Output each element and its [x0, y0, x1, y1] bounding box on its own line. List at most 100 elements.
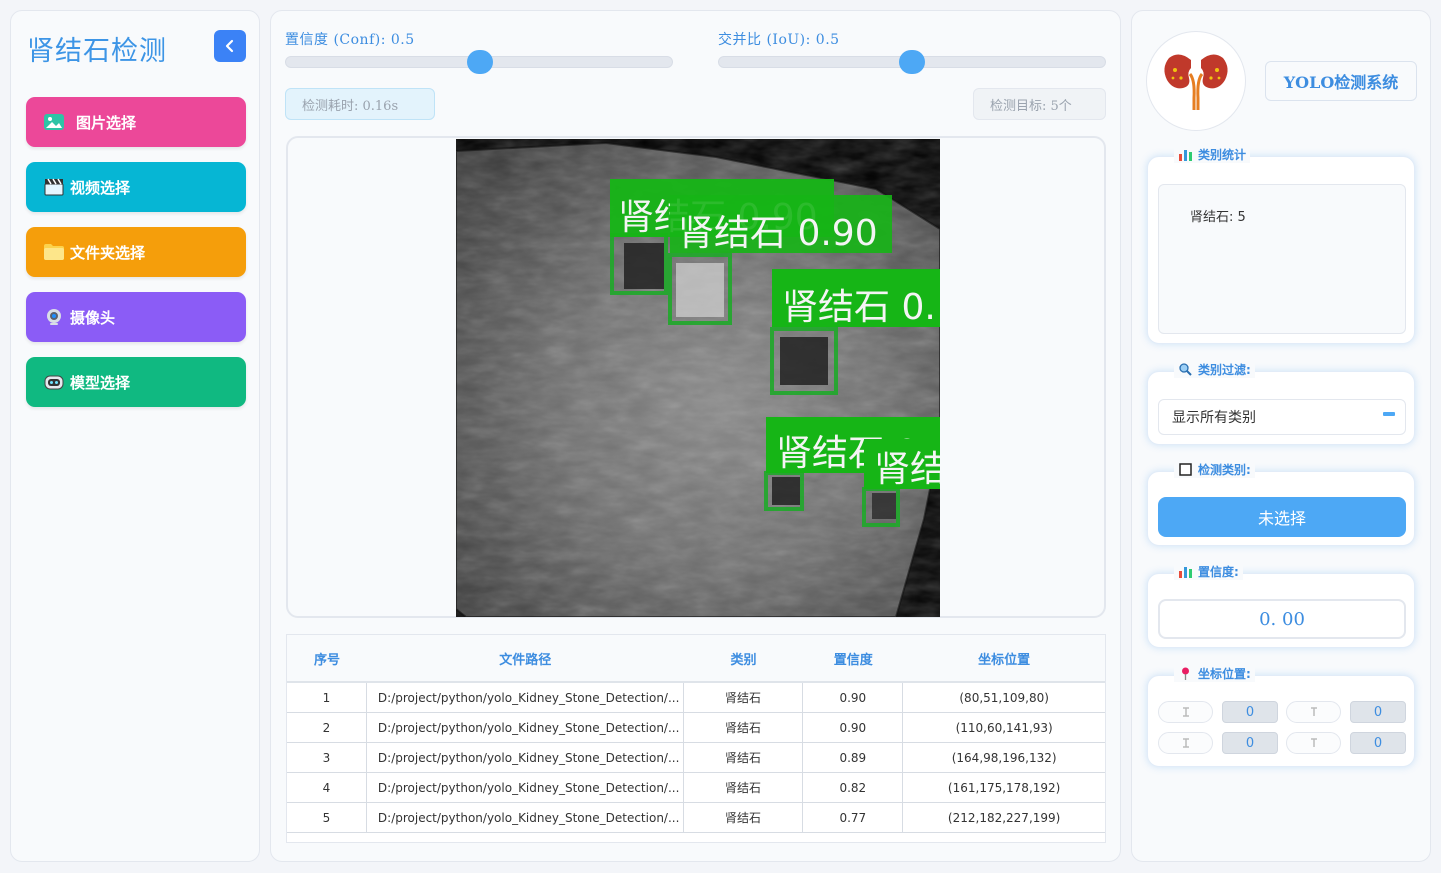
cell-index: 4	[287, 773, 367, 802]
conf-slider-label: 置信度 (Conf): 0.5	[285, 32, 415, 48]
pin-icon	[1178, 667, 1192, 681]
header-index[interactable]: 序号	[287, 635, 367, 681]
cell-coordinates: (212,182,227,199)	[947, 810, 1061, 825]
coordinates-title: 坐标位置:	[1198, 667, 1251, 681]
clapper-icon	[44, 177, 64, 197]
model-select-label: 模型选择	[70, 373, 131, 392]
cell-confidence: 0.90	[803, 713, 904, 742]
cell-class: 肾结石	[684, 743, 804, 772]
model-select-button[interactable]: 模型选择	[26, 357, 246, 407]
cell-class: 肾结石	[684, 683, 804, 712]
ultrasound-scan: 肾结石 0.90 肾结石 0.90 肾结石 0. 肾结石 0.	[456, 139, 940, 617]
kidney-logo	[1146, 31, 1246, 131]
table-row[interactable]: 2 D:/project/python/yolo_Kidney_Stone_De…	[287, 713, 1105, 743]
detection-label-5: 肾结	[874, 449, 940, 490]
cell-coordinates: (161,175,178,192)	[947, 780, 1061, 795]
cell-index: 2	[287, 713, 367, 742]
cell-path: D:/project/python/yolo_Kidney_Stone_Dete…	[367, 773, 684, 802]
header-class[interactable]: 类别	[684, 635, 804, 681]
folder-select-button[interactable]: 文件夹选择	[26, 227, 246, 277]
folder-select-label: 文件夹选择	[70, 243, 146, 262]
class-stats-title: 类别统计	[1198, 148, 1247, 162]
robot-icon	[44, 372, 64, 392]
class-stats-card: 肾结石: 5	[1147, 156, 1415, 344]
video-select-button[interactable]: 视频选择	[26, 162, 246, 212]
magnifier-icon	[1178, 363, 1192, 377]
iou-slider-label: 交并比 (IoU): 0.5	[718, 32, 840, 48]
sidebar: 肾结石检测 图片选择 视频选择 文件夹选择 摄像头 模型选择	[10, 10, 260, 862]
cell-confidence: 0.90	[803, 683, 904, 712]
cell-confidence: 0.77	[803, 803, 904, 832]
bar-chart-icon	[1178, 565, 1192, 579]
xmax-icon	[1182, 738, 1189, 748]
cell-class: 肾结石	[684, 803, 804, 832]
video-select-label: 视频选择	[70, 178, 131, 197]
cell-path: D:/project/python/yolo_Kidney_Stone_Dete…	[367, 713, 684, 742]
system-title: YOLO检测系统	[1265, 61, 1417, 101]
ymax-pill	[1286, 732, 1341, 754]
results-table: 序号 文件路径 类别 置信度 坐标位置 1 D:/project/python/…	[286, 634, 1106, 843]
folder-icon	[44, 242, 64, 262]
cell-confidence: 0.89	[803, 743, 904, 772]
cell-class: 肾结石	[684, 773, 804, 802]
stats-text: 肾结石: 5	[1190, 210, 1246, 225]
xmax-pill	[1158, 732, 1213, 754]
cell-coordinates: (164,98,196,132)	[951, 750, 1057, 765]
table-row[interactable]: 5 D:/project/python/yolo_Kidney_Stone_De…	[287, 803, 1105, 833]
ymin-value: 0	[1350, 701, 1406, 723]
table-row[interactable]: 4 D:/project/python/yolo_Kidney_Stone_De…	[287, 773, 1105, 803]
cell-confidence: 0.82	[803, 773, 904, 802]
kidney-icon	[1164, 54, 1228, 110]
header-file-path[interactable]: 文件路径	[367, 635, 684, 681]
image-select-button[interactable]: 图片选择	[26, 97, 246, 147]
conf-slider-thumb[interactable]	[467, 50, 493, 74]
chevron-left-icon	[225, 39, 234, 53]
detection-count-badge: 检测目标: 5个	[973, 88, 1106, 120]
confidence-value: 0. 00	[1158, 599, 1406, 639]
header-coordinates[interactable]: 坐标位置	[903, 635, 1105, 681]
cell-coordinates: (80,51,109,80)	[959, 690, 1049, 705]
cell-index: 3	[287, 743, 367, 772]
ymax-icon	[1310, 738, 1317, 747]
dropdown-icon	[1383, 412, 1395, 416]
confidence-label: 置信度:	[1174, 563, 1243, 580]
bar-chart-icon	[1178, 148, 1192, 162]
image-icon	[44, 112, 64, 132]
detection-label-2: 肾结石 0.90	[678, 213, 878, 254]
class-filter-label: 类别过滤:	[1174, 361, 1255, 378]
xmin-value: 0	[1222, 701, 1278, 723]
cell-coordinates: (110,60,141,93)	[955, 720, 1053, 735]
ultrasound-image: 肾结石 0.90 肾结石 0.90 肾结石 0. 肾结石 0.	[456, 139, 940, 617]
ymin-icon	[1310, 707, 1317, 716]
collapse-sidebar-button[interactable]	[214, 30, 246, 62]
camera-button[interactable]: 摄像头	[26, 292, 246, 342]
xmin-pill	[1158, 701, 1213, 723]
stats-box: 肾结石: 5	[1158, 184, 1406, 334]
cell-class: 肾结石	[684, 713, 804, 742]
class-filter-title: 类别过滤:	[1198, 363, 1251, 377]
ymin-pill	[1286, 701, 1341, 723]
detect-class-label: 检测类别:	[1174, 461, 1255, 478]
detect-class-button[interactable]: 未选择	[1158, 497, 1406, 537]
confidence-title: 置信度:	[1198, 565, 1239, 579]
camera-label: 摄像头	[70, 308, 116, 327]
detection-time-badge: 检测耗时: 0.16s	[285, 88, 435, 120]
class-filter-select[interactable]: 显示所有类别	[1158, 399, 1406, 435]
cell-path: D:/project/python/yolo_Kidney_Stone_Dete…	[367, 683, 684, 712]
detect-class-title: 检测类别:	[1198, 463, 1251, 477]
ymax-value: 0	[1350, 732, 1406, 754]
coordinates-card: 0 0 0 0	[1147, 675, 1415, 767]
image-select-label: 图片选择	[76, 113, 137, 132]
table-row[interactable]: 3 D:/project/python/yolo_Kidney_Stone_De…	[287, 743, 1105, 773]
table-header: 序号 文件路径 类别 置信度 坐标位置	[287, 635, 1105, 683]
cell-index: 1	[287, 683, 367, 712]
cell-path: D:/project/python/yolo_Kidney_Stone_Dete…	[367, 743, 684, 772]
info-panel: YOLO检测系统 肾结石: 5 类别统计 显示所有类别 类别过滤: 未选择 检测…	[1131, 10, 1431, 862]
cell-path: D:/project/python/yolo_Kidney_Stone_Dete…	[367, 803, 684, 832]
table-row[interactable]: 1 D:/project/python/yolo_Kidney_Stone_De…	[287, 683, 1105, 713]
header-confidence[interactable]: 置信度	[803, 635, 903, 681]
detect-class-card: 未选择	[1147, 471, 1415, 546]
coordinates-label: 坐标位置:	[1174, 665, 1255, 682]
xmin-icon	[1182, 707, 1189, 717]
iou-slider-thumb[interactable]	[899, 50, 925, 74]
